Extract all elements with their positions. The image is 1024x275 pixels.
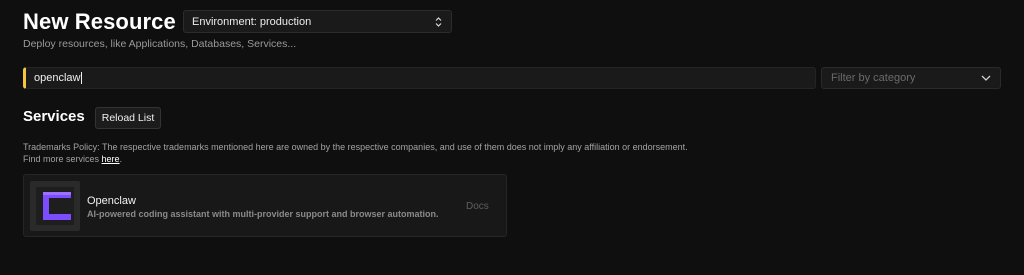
category-filter-select[interactable]: Filter by category <box>821 67 1001 89</box>
page-title: New Resource <box>23 9 176 34</box>
docs-link[interactable]: Docs <box>466 201 489 212</box>
environment-select-value: Environment: production <box>192 15 312 28</box>
chevron-down-icon <box>981 75 991 81</box>
find-more-services: Find more services here. <box>23 153 723 165</box>
find-more-services-link[interactable]: here <box>102 154 120 164</box>
find-more-prefix: Find more services <box>23 154 102 164</box>
category-filter-placeholder: Filter by category <box>831 72 916 84</box>
text-caret <box>81 72 83 84</box>
trademarks-policy-text: Trademarks Policy: The respective tradem… <box>23 142 688 152</box>
openclaw-logo-icon <box>30 181 80 231</box>
service-card-openclaw[interactable]: Openclaw AI-powered coding assistant wit… <box>23 174 507 237</box>
new-resource-page: New Resource Environment: production Dep… <box>0 0 1024 275</box>
page-subtitle: Deploy resources, like Applications, Dat… <box>23 38 297 50</box>
service-description: AI-powered coding assistant with multi-p… <box>87 209 439 219</box>
reload-list-button[interactable]: Reload List <box>95 107 161 129</box>
service-name: Openclaw <box>87 195 136 207</box>
trademarks-policy: Trademarks Policy: The respective tradem… <box>23 141 723 165</box>
up-down-chevron-icon <box>435 16 442 27</box>
find-more-suffix: . <box>119 154 123 164</box>
environment-select[interactable]: Environment: production <box>183 10 452 33</box>
search-input[interactable]: openclaw <box>23 67 816 89</box>
services-heading: Services <box>23 108 85 125</box>
search-input-value: openclaw <box>34 72 81 84</box>
